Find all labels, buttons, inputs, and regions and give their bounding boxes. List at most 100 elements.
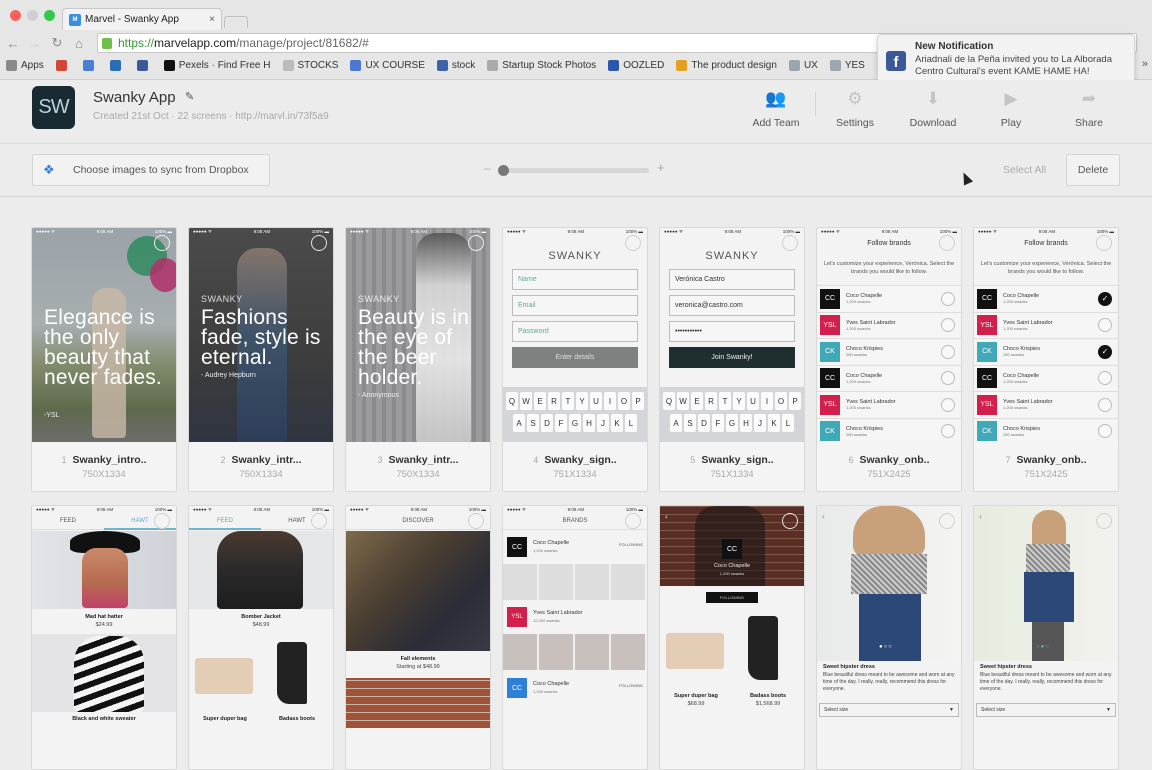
bookmark-item[interactable]: UX bbox=[788, 59, 818, 71]
screen-thumbnail[interactable]: ‹ CC Coco Chapelle 1,200 swanks FOLLOWIN… bbox=[660, 506, 804, 766]
bookmark-item[interactable] bbox=[55, 59, 71, 71]
screen-card[interactable]: ●●●●● ᯤ 9:08 AM 100% ▬ SWANKY Beauty is in… bbox=[345, 227, 491, 492]
screen-thumbnail[interactable]: ●●●●● ᯤ 9:08 AM 100% ▬ FEED HAWT Bomber Ja… bbox=[189, 506, 333, 766]
screen-card[interactable]: ●●●●● ᯤ 9:08 AM 100% ▬ SWANKY Verónica Cas… bbox=[659, 227, 805, 492]
action-label: Settings bbox=[836, 117, 874, 129]
settings-button[interactable]: ⚙ Settings bbox=[816, 88, 894, 129]
status-bar: ●●●●● ᯤ 9:08 AM 100% ▬ bbox=[978, 229, 1114, 234]
screen-title[interactable]: Swanky_intr... bbox=[231, 454, 301, 466]
tab-close-icon[interactable]: × bbox=[209, 14, 215, 25]
select-screen-checkbox[interactable] bbox=[1096, 235, 1112, 251]
delete-button[interactable]: Delete bbox=[1066, 154, 1120, 186]
screen-thumbnail[interactable]: ●●●●● ᯤ 9:08 AM 100% ▬ FEED HAWT Mad hat h… bbox=[32, 506, 176, 766]
screen-thumbnail[interactable]: ‹ ○●○ Sweet hipster dress Blue beautiful… bbox=[974, 506, 1118, 766]
browser-tab[interactable]: M Marvel - Swanky App × bbox=[62, 8, 222, 30]
bookmark-item[interactable]: YES bbox=[829, 59, 865, 71]
notification-popup[interactable]: f New Notification Ariadnali de la Peña … bbox=[877, 34, 1135, 83]
select-screen-checkbox[interactable] bbox=[311, 513, 327, 529]
screen-card[interactable]: ‹ ○●○ Sweet hipster dress Blue beautiful… bbox=[973, 505, 1119, 770]
product-description: Blue beautiful dress meant to be awesome… bbox=[980, 672, 1112, 692]
screen-title[interactable]: Swanky_sign.. bbox=[701, 454, 773, 466]
select-screen-checkbox[interactable] bbox=[1096, 513, 1112, 529]
zoom-out-button[interactable]: – bbox=[484, 161, 491, 175]
screen-card[interactable]: ●●●●● ᯤ 9:08 AM 100% ▬ Elegance is the onl… bbox=[31, 227, 177, 492]
keyboard-key: Q bbox=[506, 392, 518, 410]
screen-title[interactable]: Swanky_sign.. bbox=[544, 454, 616, 466]
bookmark-item[interactable]: The product design bbox=[676, 59, 777, 71]
back-arrow-icon[interactable]: ← bbox=[4, 36, 22, 51]
screen-card[interactable]: ●●●●● ᯤ 9:08 AM 100% ▬ FEED HAWT Bomber Ja… bbox=[188, 505, 334, 770]
screen-card[interactable]: ●●●●● ᯤ 9:08 AM 100% ▬ Follow brands Let's… bbox=[973, 227, 1119, 492]
select-screen-checkbox[interactable] bbox=[311, 235, 327, 251]
screen-thumbnail[interactable]: ‹ ●○○ Sweet hipster dress Blue beautiful… bbox=[817, 506, 961, 766]
product-description: Blue beautiful dress meant to be awesome… bbox=[823, 672, 955, 692]
screen-thumbnail[interactable]: ●●●●● ᯤ 9:08 AM 100% ▬ SWANKY Fashions fad… bbox=[189, 228, 333, 442]
select-all-button[interactable]: Select All bbox=[1003, 164, 1046, 176]
screen-title[interactable]: Swanky_intro.. bbox=[72, 454, 146, 466]
dropbox-sync-button[interactable]: ❖ Choose images to sync from Dropbox bbox=[32, 154, 270, 186]
close-window-button[interactable] bbox=[10, 10, 21, 21]
screen-card[interactable]: ●●●●● ᯤ 9:08 AM 100% ▬ Follow brands Let's… bbox=[816, 227, 962, 492]
screen-card[interactable]: ●●●●● ᯤ 9:08 AM 100% ▬ SWANKY Fashions fad… bbox=[188, 227, 334, 492]
select-screen-checkbox[interactable] bbox=[782, 513, 798, 529]
select-screen-checkbox[interactable] bbox=[154, 513, 170, 529]
download-button[interactable]: ⬇ Download bbox=[894, 88, 972, 129]
screen-thumbnail[interactable]: ●●●●● ᯤ 9:08 AM 100% ▬ BRANDS CC Coco Chap… bbox=[503, 506, 647, 766]
photo-two-models bbox=[346, 531, 490, 651]
select-screen-checkbox[interactable] bbox=[625, 513, 641, 529]
product-name: Black and white sweater bbox=[72, 716, 136, 722]
screen-thumbnail[interactable]: ●●●●● ᯤ 9:08 AM 100% ▬ Elegance is the onl… bbox=[32, 228, 176, 442]
project-name[interactable]: Swanky App bbox=[93, 89, 176, 106]
bookmark-item[interactable]: Startup Stock Photos bbox=[487, 59, 596, 71]
zoom-slider-track[interactable] bbox=[501, 168, 649, 173]
bookmark-item[interactable] bbox=[136, 59, 152, 71]
screen-thumbnail[interactable]: ●●●●● ᯤ 9:08 AM 100% ▬ SWANKY Name Email P… bbox=[503, 228, 647, 442]
select-screen-checkbox[interactable] bbox=[939, 513, 955, 529]
bookmarks-overflow-button[interactable]: » bbox=[1142, 58, 1148, 70]
play-button[interactable]: ▶ Play bbox=[972, 88, 1050, 129]
select-screen-checkbox[interactable] bbox=[625, 235, 641, 251]
bookmark-item[interactable] bbox=[109, 59, 125, 71]
zoom-in-button[interactable]: + bbox=[657, 160, 665, 175]
screen-title[interactable]: Swanky_intr... bbox=[388, 454, 458, 466]
maximize-window-button[interactable] bbox=[44, 10, 55, 21]
screen-thumbnail[interactable]: ●●●●● ᯤ 9:08 AM 100% ▬ SWANKY Beauty is in… bbox=[346, 228, 490, 442]
new-tab-button[interactable] bbox=[224, 16, 248, 28]
select-screen-checkbox[interactable] bbox=[939, 235, 955, 251]
reload-icon[interactable]: ↻ bbox=[48, 35, 66, 51]
screen-card[interactable]: ●●●●● ᯤ 9:08 AM 100% ▬ SWANKY Name Email P… bbox=[502, 227, 648, 492]
screen-card[interactable]: ●●●●● ᯤ 9:08 AM 100% ▬ DISCOVER Fall eleme… bbox=[345, 505, 491, 770]
home-icon[interactable]: ⌂ bbox=[70, 36, 88, 51]
dropbox-icon: ❖ bbox=[43, 162, 55, 177]
bookmark-item[interactable]: Apps bbox=[6, 59, 44, 71]
bookmark-item[interactable]: STOCKS bbox=[282, 59, 338, 71]
share-button[interactable]: ➦ Share bbox=[1050, 88, 1128, 129]
select-screen-checkbox[interactable] bbox=[782, 235, 798, 251]
screen-title[interactable]: Swanky_onb.. bbox=[859, 454, 929, 466]
screen-card[interactable]: ‹ ●○○ Sweet hipster dress Blue beautiful… bbox=[816, 505, 962, 770]
select-screen-checkbox[interactable] bbox=[468, 513, 484, 529]
select-screen-checkbox[interactable] bbox=[154, 235, 170, 251]
forward-arrow-icon[interactable]: → bbox=[26, 36, 44, 51]
screen-thumbnail[interactable]: ●●●●● ᯤ 9:08 AM 100% ▬ Follow brands Let's… bbox=[817, 228, 961, 442]
bookmark-item[interactable]: Pexels · Find Free H bbox=[163, 59, 271, 71]
keyboard-key: U bbox=[590, 392, 602, 410]
screen-card[interactable]: ●●●●● ᯤ 9:08 AM 100% ▬ BRANDS CC Coco Chap… bbox=[502, 505, 648, 770]
pexels-icon bbox=[163, 59, 175, 71]
screen-card[interactable]: ●●●●● ᯤ 9:08 AM 100% ▬ FEED HAWT Mad hat h… bbox=[31, 505, 177, 770]
bookmark-item[interactable] bbox=[82, 59, 98, 71]
select-screen-checkbox[interactable] bbox=[468, 235, 484, 251]
screen-thumbnail[interactable]: ●●●●● ᯤ 9:08 AM 100% ▬ DISCOVER Fall eleme… bbox=[346, 506, 490, 766]
screen-thumbnail[interactable]: ●●●●● ᯤ 9:08 AM 100% ▬ Follow brands Let's… bbox=[974, 228, 1118, 442]
bookmark-item[interactable]: stock bbox=[436, 59, 475, 71]
add-team-button[interactable]: 👥 Add Team bbox=[737, 88, 815, 129]
url-path: /manage/project/81682/# bbox=[236, 36, 369, 50]
screen-thumbnail[interactable]: ●●●●● ᯤ 9:08 AM 100% ▬ SWANKY Verónica Cas… bbox=[660, 228, 804, 442]
bookmark-item[interactable]: OOZLED bbox=[608, 59, 664, 71]
zoom-slider-thumb[interactable] bbox=[498, 165, 509, 176]
screen-title[interactable]: Swanky_onb.. bbox=[1016, 454, 1086, 466]
edit-pencil-icon[interactable]: ✎ bbox=[185, 90, 194, 103]
bookmark-item[interactable]: UX COURSE bbox=[350, 59, 425, 71]
screen-card[interactable]: ‹ CC Coco Chapelle 1,200 swanks FOLLOWIN… bbox=[659, 505, 805, 770]
minimize-window-button[interactable] bbox=[27, 10, 38, 21]
